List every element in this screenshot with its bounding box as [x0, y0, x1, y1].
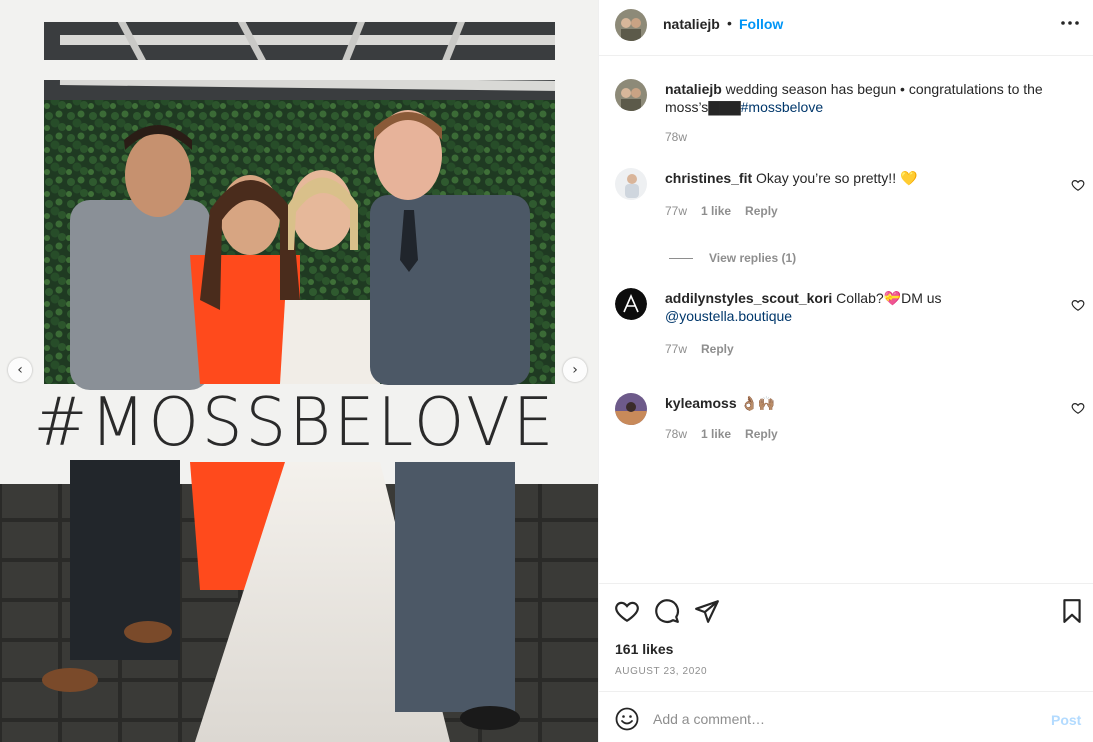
more-dots-icon — [1061, 21, 1079, 25]
caption-meta: 78w — [665, 130, 687, 144]
caption-hashtag[interactable]: #mossbelove — [741, 99, 824, 115]
comment-text: addilynstyles_scout_kori Collab?💝DM us @… — [665, 289, 1055, 325]
comment-meta: 77w 1 like Reply — [665, 204, 778, 218]
more-options-button[interactable] — [1059, 12, 1081, 34]
comment-like-count[interactable]: 1 like — [701, 204, 731, 218]
commenter-avatar-image — [615, 168, 647, 200]
reply-button[interactable]: Reply — [745, 204, 778, 218]
view-replies-line — [669, 257, 693, 259]
comment-body: 👌🏽🙌🏽 — [736, 395, 776, 411]
comment-meta: 78w 1 like Reply — [665, 427, 778, 441]
caption-author-avatar[interactable] — [615, 79, 647, 111]
comment-meta: 77w Reply — [665, 342, 734, 356]
comments-list[interactable]: nataliejb wedding season has begun • con… — [599, 57, 1093, 583]
post-header: nataliejb • Follow — [599, 0, 1093, 56]
author-avatar[interactable] — [615, 9, 647, 41]
comment-icon[interactable] — [654, 598, 680, 624]
carousel-next-button[interactable]: › — [563, 358, 587, 382]
view-replies-label: View replies (1) — [709, 251, 797, 265]
comment-input[interactable] — [653, 704, 1033, 734]
post-date[interactable]: AUGUST 23, 2020 — [615, 666, 707, 677]
post-photo[interactable]: #MOSSBELOVE ‹ › — [0, 0, 598, 742]
commenter-avatar-image — [615, 393, 647, 425]
reply-button[interactable]: Reply — [701, 342, 734, 356]
heart-icon[interactable] — [614, 598, 640, 624]
post-comment-button[interactable]: Post — [1051, 712, 1081, 728]
follow-button[interactable]: Follow — [739, 16, 783, 32]
comment-heart-icon[interactable] — [1071, 298, 1085, 312]
add-comment-bar: Post — [599, 691, 1093, 742]
like-count[interactable]: 161 likes — [615, 641, 673, 657]
comment-body: Okay you’re so pretty!! 💛 — [752, 170, 918, 186]
commenter-avatar[interactable] — [615, 168, 647, 200]
caption-author-avatar-image — [615, 79, 647, 111]
commenter-avatar-image — [615, 288, 647, 320]
bookmark-icon[interactable] — [1059, 598, 1085, 624]
commenter-avatar[interactable] — [615, 393, 647, 425]
comment-username[interactable]: kyleamoss — [665, 395, 737, 411]
commenter-avatar[interactable] — [615, 288, 647, 320]
comment-time[interactable]: 77w — [665, 204, 687, 218]
post-actions: 161 likes AUGUST 23, 2020 — [599, 583, 1093, 691]
view-replies-button[interactable]: View replies (1) — [669, 251, 796, 265]
comment-body: Collab?💝DM us — [832, 290, 942, 306]
comment-username[interactable]: addilynstyles_scout_kori — [665, 290, 832, 306]
comment-heart-icon[interactable] — [1071, 178, 1085, 192]
author-avatar-image — [615, 9, 647, 41]
comment-mention[interactable]: @youstella.boutique — [665, 308, 792, 324]
caption-text: nataliejb wedding season has begun • con… — [665, 80, 1055, 116]
smiley-icon[interactable] — [615, 707, 639, 731]
carousel-prev-button[interactable]: ‹ — [8, 358, 32, 382]
caption-marks: ▇▇▇ — [708, 99, 741, 115]
frame-hashtag-sign: #MOSSBELOVE — [33, 384, 557, 462]
wedding-photo-image — [0, 0, 598, 742]
author-username[interactable]: nataliejb — [663, 16, 720, 32]
comment-username[interactable]: christines_fit — [665, 170, 752, 186]
comment-heart-icon[interactable] — [1071, 401, 1085, 415]
comment-text: kyleamoss 👌🏽🙌🏽 — [665, 394, 1055, 412]
send-icon[interactable] — [694, 598, 720, 624]
reply-button[interactable]: Reply — [745, 427, 778, 441]
caption-time[interactable]: 78w — [665, 130, 687, 144]
comment-text: christines_fit Okay you’re so pretty!! 💛 — [665, 169, 1055, 187]
comment-like-count[interactable]: 1 like — [701, 427, 731, 441]
post-details-panel: nataliejb • Follow nataliejb wedding sea… — [598, 0, 1093, 742]
comment-time[interactable]: 77w — [665, 342, 687, 356]
header-separator: • — [727, 15, 732, 31]
caption-username[interactable]: nataliejb — [665, 81, 722, 97]
comment-time[interactable]: 78w — [665, 427, 687, 441]
